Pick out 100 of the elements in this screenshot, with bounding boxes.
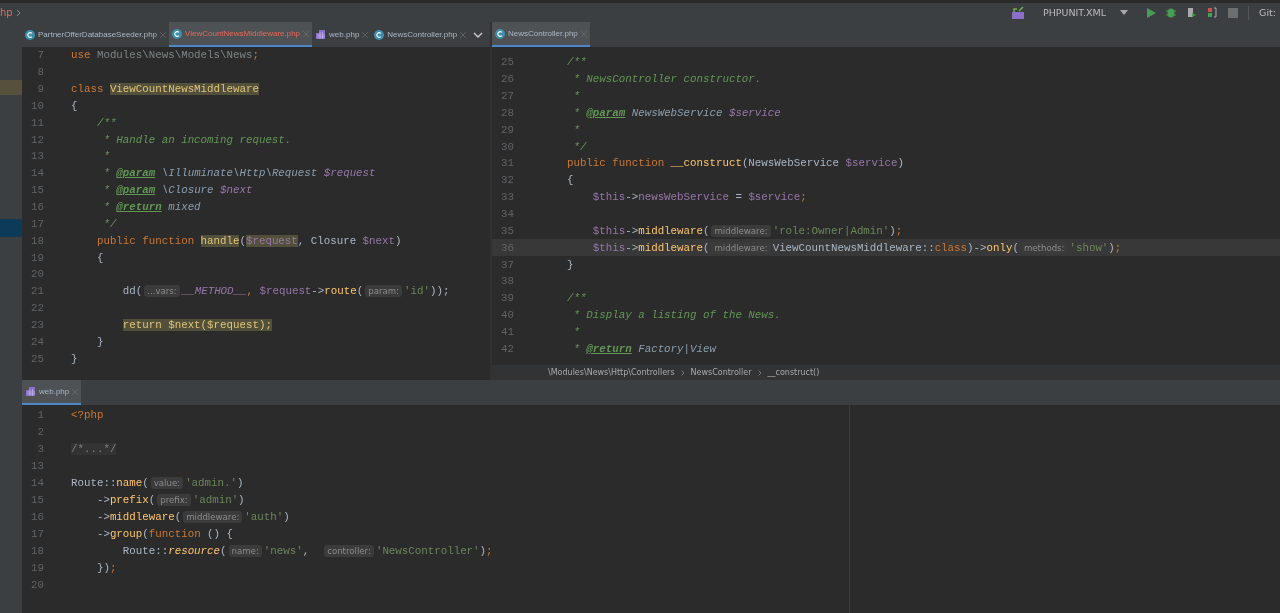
code-line: use Modules\News\Models\News;: [71, 49, 259, 62]
run-icon[interactable]: [1146, 7, 1157, 18]
line-number: 17: [30, 217, 44, 230]
breadcrumb-item[interactable]: \Modules\News\Http\Controllers: [548, 368, 675, 377]
chevron-down-icon[interactable]: [473, 31, 484, 38]
chevron-icon: [757, 369, 762, 376]
line-number: 16: [30, 510, 44, 523]
editor-tab[interactable]: web.php: [312, 22, 372, 47]
code-line: * NewsController constructor.: [572, 73, 762, 86]
caret-icon: [1120, 10, 1129, 15]
line-number: 30: [500, 140, 514, 153]
code-line: */: [572, 140, 587, 153]
breadcrumb-item[interactable]: hp: [0, 7, 13, 18]
code-line: * @return mixed: [102, 201, 201, 213]
line-number: 14: [30, 476, 44, 489]
line-number: 27: [500, 90, 514, 103]
line-number: 15: [30, 184, 44, 197]
code-line: Route::resource( name: 'news', controller: 'NewsController');: [121, 544, 493, 557]
code-line: {: [71, 99, 78, 112]
chevron-icon: [680, 369, 685, 376]
line-number: 18: [30, 544, 44, 557]
line-number: 40: [500, 309, 514, 322]
php-class-icon: [374, 29, 385, 40]
chevron-icon: [15, 8, 22, 17]
line-number: 20: [30, 268, 44, 281]
run-config-dropdown[interactable]: PHPUNIT.XML: [1034, 7, 1137, 18]
code-line: {: [95, 251, 104, 264]
line-number: 41: [500, 325, 514, 338]
editor-tab[interactable]: NewsController.php: [371, 22, 470, 47]
close-icon[interactable]: [160, 31, 167, 38]
line-number: 22: [30, 302, 44, 315]
line-number: 25: [30, 352, 44, 365]
php-class-icon: [172, 28, 183, 39]
editor-tab[interactable]: web.php: [22, 380, 82, 405]
code-line: Route::name( value: 'admin.'): [71, 476, 244, 489]
bug-icon[interactable]: [1166, 7, 1177, 18]
code-line: * @param \Illuminate\Http\Request $request: [102, 167, 376, 180]
code-line: */: [102, 217, 117, 230]
code-line: /**: [95, 116, 117, 129]
breadcrumb-item[interactable]: NewsController: [690, 368, 752, 377]
code-line: }: [95, 335, 104, 348]
php-class-icon: [495, 28, 505, 39]
code-line: * Display a listing of the News.: [572, 309, 781, 322]
editor-tab[interactable]: PartnerOfferDatabaseSeeder.php: [22, 22, 170, 47]
code-line: class ViewCountNewsMiddleware: [71, 83, 259, 96]
line-number: 21: [30, 285, 44, 298]
line-number: 12: [30, 133, 44, 146]
line-number: 38: [500, 275, 514, 288]
code-line: * @return Factory|View: [572, 342, 716, 355]
line-number: 19: [30, 251, 44, 264]
line-number: 31: [500, 157, 514, 170]
line-number: 20: [30, 578, 44, 591]
file-grid-icon: [315, 29, 327, 40]
code-line: *: [572, 90, 580, 103]
code-line: dd( ...vars: __METHOD__, $request->route( param: 'id'));: [121, 285, 450, 298]
code-line: * @param NewsWebService $service: [572, 106, 781, 119]
breadcrumb-item[interactable]: __construct(): [767, 368, 820, 377]
code-line: public function handle($request, Closure $next): [95, 234, 402, 247]
code-line: {: [565, 174, 574, 187]
code-line: ->middleware( middleware: 'auth'): [95, 510, 290, 523]
code-line: *: [572, 123, 580, 136]
code-line: public function __construct(NewsWebService $service): [565, 157, 904, 170]
line-number: 13: [30, 150, 44, 163]
code-line: * Handle an incoming request.: [102, 133, 292, 146]
line-number: 28: [500, 106, 514, 119]
line-number: 3: [36, 442, 44, 455]
stop-icon[interactable]: [1228, 7, 1239, 18]
code-line: *: [102, 150, 110, 163]
line-number: 16: [30, 201, 44, 213]
code-line: }: [71, 352, 78, 365]
close-icon[interactable]: [362, 31, 369, 38]
editor-tab[interactable]: NewsController.php: [492, 22, 590, 47]
line-number: 25: [500, 56, 514, 69]
code-line: <?php: [71, 408, 104, 421]
line-number: 7: [36, 49, 44, 62]
code-line: $this->newsWebService = $service;: [591, 191, 807, 204]
code-line: ->prefix( prefix: 'admin'): [95, 493, 245, 506]
coverage-icon[interactable]: [1186, 7, 1198, 18]
php-class-icon: [25, 29, 35, 40]
strip-highlight: [0, 219, 22, 237]
line-number: 11: [30, 116, 44, 129]
code-line: * @param \Closure $next: [102, 184, 253, 197]
strip-highlight: [0, 80, 22, 95]
line-number: 10: [30, 99, 44, 112]
line-number: 18: [30, 234, 44, 247]
line-number: 19: [30, 561, 44, 574]
code-line: });: [95, 561, 117, 574]
file-grid-icon: [25, 386, 36, 397]
code-line: }: [565, 258, 574, 271]
close-icon[interactable]: [460, 31, 467, 38]
vcs-label[interactable]: Git:: [1259, 7, 1276, 18]
line-number: 15: [30, 493, 44, 506]
line-number: 14: [30, 167, 44, 180]
line-number: 24: [30, 335, 44, 348]
code-line: ->group(function () {: [95, 527, 234, 540]
line-number: 42: [500, 342, 514, 355]
line-number: 35: [500, 224, 514, 237]
code-line: *: [572, 325, 580, 338]
code-line: $this->middleware( middleware: 'role:Owner|Admin');: [591, 224, 903, 237]
line-number: 33: [500, 191, 514, 204]
